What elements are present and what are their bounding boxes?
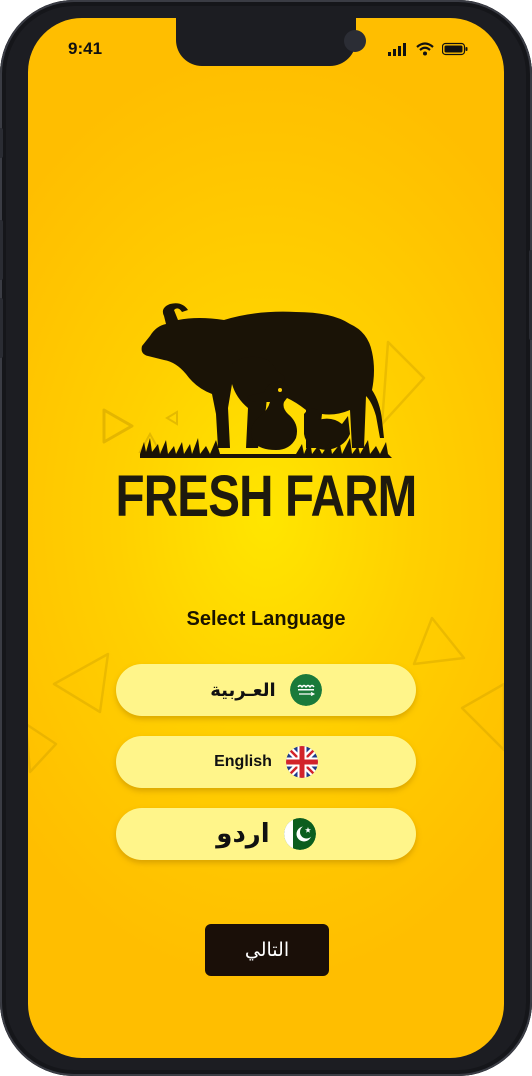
phone-frame: 9:41 FRESH FARM Select Language العـربية… xyxy=(0,0,532,1076)
triangle-decoration-icon xyxy=(102,408,134,444)
notch xyxy=(176,18,366,66)
saudi-arabia-flag-icon xyxy=(289,674,322,706)
status-time: 9:41 xyxy=(68,39,103,58)
next-button[interactable]: التالي xyxy=(205,924,329,976)
status-icons xyxy=(388,42,468,56)
triangle-decoration-icon xyxy=(28,723,58,774)
volume-up-button xyxy=(0,220,3,280)
triangle-decoration-icon xyxy=(460,682,504,752)
uk-flag-icon xyxy=(285,746,318,778)
signal-icon xyxy=(388,43,406,56)
language-option-arabic[interactable]: العـربية xyxy=(116,664,416,716)
hen-silhouette-icon xyxy=(304,408,350,450)
language-label: العـربية xyxy=(210,679,276,701)
battery-icon xyxy=(442,42,468,56)
triangle-decoration-icon xyxy=(52,652,110,714)
wifi-icon xyxy=(416,42,434,56)
select-language-title: Select Language xyxy=(186,608,346,630)
front-camera xyxy=(344,30,366,52)
language-label: اردو xyxy=(216,819,270,849)
language-label: English xyxy=(214,753,272,770)
app-screen: 9:41 FRESH FARM Select Language العـربية… xyxy=(28,18,504,1058)
volume-down-button xyxy=(0,298,3,358)
mute-switch xyxy=(0,128,3,158)
language-option-urdu[interactable]: اردو xyxy=(116,808,416,860)
pakistan-flag-icon xyxy=(283,818,316,850)
fresh-farm-logo xyxy=(140,303,392,458)
language-option-english[interactable]: English xyxy=(116,736,416,788)
brand-name: FRESH FARM xyxy=(115,464,418,529)
